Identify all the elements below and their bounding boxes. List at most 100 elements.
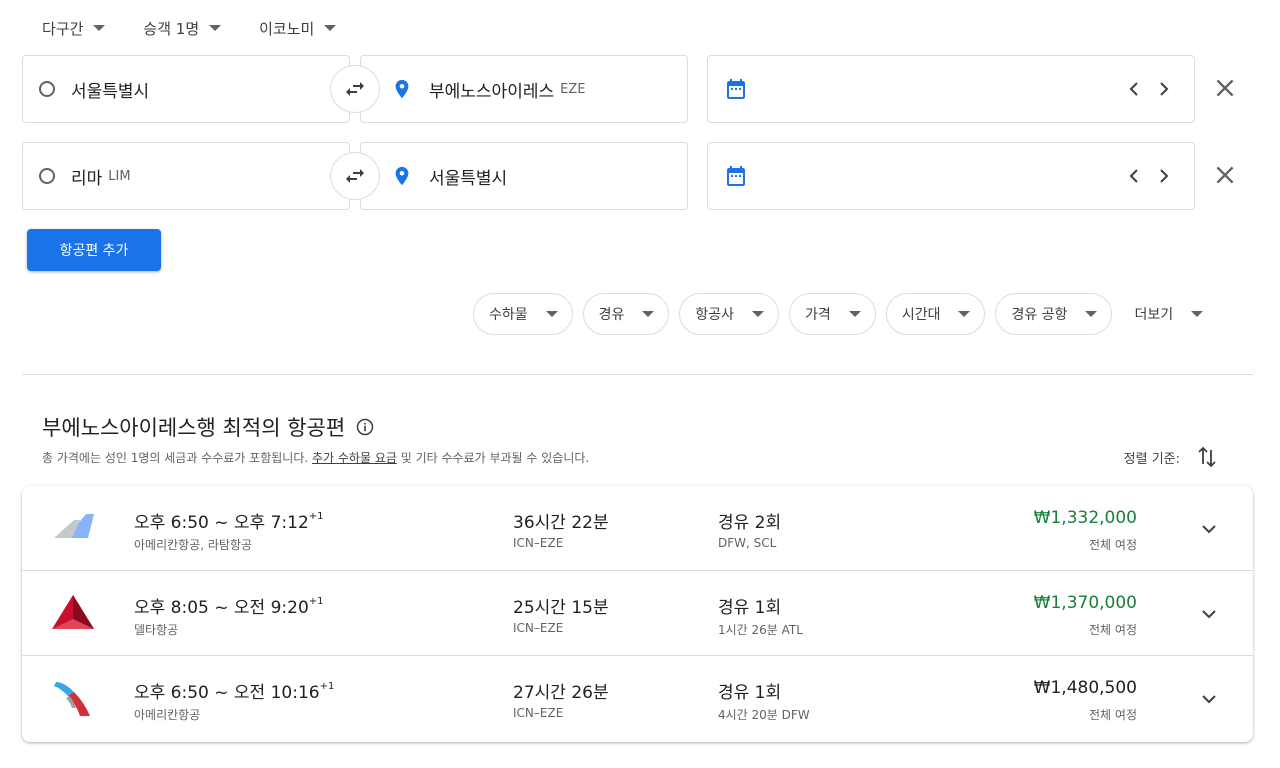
swap-button[interactable] [330, 65, 380, 113]
price-disclaimer: 총 가격에는 성인 1명의 세금과 수수료가 포함됩니다. 추가 수하물 요금 … [42, 449, 589, 466]
flight-times: 오후 6:50 ~ 오전 10:16+1 [134, 678, 334, 703]
time-separator: ~ [208, 683, 234, 703]
flight-times: 오후 6:50 ~ 오후 7:12+1 [134, 508, 324, 533]
calendar-icon [727, 79, 745, 99]
date-field[interactable] [707, 55, 1195, 123]
price-type: 전체 여정 [1089, 708, 1137, 722]
remove-leg-icon[interactable] [1212, 162, 1238, 188]
flight-row[interactable]: 오후 6:50 ~ 오전 10:16+1 아메리칸항공 27시간 26분 ICN… [22, 656, 1253, 741]
arrive-time: 오전 9:20 [233, 598, 309, 618]
flight-row[interactable]: 오후 8:05 ~ 오전 9:20+1 델타항공 25시간 15분 ICN–EZ… [22, 571, 1253, 656]
trip-type-select[interactable]: 다구간 [42, 18, 106, 39]
depart-time: 오후 8:05 [134, 598, 209, 618]
chevron-down-icon[interactable] [1198, 603, 1220, 625]
info-icon[interactable] [355, 417, 375, 437]
chevron-down-icon[interactable] [1198, 518, 1220, 540]
destination-field[interactable]: 부에노스아이레스 EZE [360, 55, 688, 123]
caret-down-icon [642, 311, 655, 317]
caret-down-icon [545, 311, 558, 317]
filter-chip-times[interactable]: 시간대 [885, 293, 986, 335]
filter-chip-airlines[interactable]: 항공사 [679, 293, 780, 335]
day-offset: +1 [308, 596, 324, 608]
depart-time: 오후 6:50 [134, 683, 209, 703]
flight-price: ₩1,332,000 [1033, 508, 1137, 528]
airline-name: 델타항공 [134, 623, 179, 637]
results-heading: 부에노스아이레스행 최적의 항공편 [42, 412, 375, 442]
calendar-icon [727, 166, 745, 186]
location-pin-icon [395, 79, 409, 99]
filter-chip-connecting-airports[interactable]: 경유 공항 [995, 293, 1113, 335]
stop-detail: 1시간 26분 ATL [718, 623, 803, 637]
caret-down-icon [324, 25, 337, 31]
stop-count: 경유 1회 [718, 683, 782, 703]
origin-city: 리마 [71, 168, 103, 189]
chevron-right-icon[interactable] [1156, 165, 1172, 187]
chevron-left-icon[interactable] [1126, 78, 1142, 100]
swap-button[interactable] [330, 152, 380, 200]
swap-arrows-icon [346, 82, 364, 96]
origin-city: 서울특별시 [71, 81, 150, 102]
time-separator: ~ [208, 513, 234, 533]
more-label: 더보기 [1134, 307, 1174, 323]
day-offset: +1 [319, 681, 335, 693]
origin-field[interactable]: 리마 LIM [22, 142, 350, 210]
passenger-label: 승객 1명 [143, 19, 200, 38]
caret-down-icon [209, 25, 222, 31]
origin-circle-icon [39, 168, 55, 184]
flight-row[interactable]: 오후 6:50 ~ 오후 7:12+1 아메리칸항공, 라탐항공 36시간 22… [22, 486, 1253, 571]
chip-label: 수하물 [489, 307, 528, 323]
swap-arrows-icon [346, 169, 364, 183]
chip-label: 항공사 [695, 307, 735, 323]
location-pin-icon [395, 166, 409, 186]
chevron-left-icon[interactable] [1126, 165, 1142, 187]
sort-control[interactable]: 정렬 기준: [1124, 444, 1218, 470]
caret-down-icon [848, 311, 861, 317]
date-field[interactable] [707, 142, 1195, 210]
sort-arrows-icon[interactable] [1196, 444, 1218, 470]
flight-duration: 27시간 26분 [513, 683, 609, 703]
stop-detail: 4시간 20분 DFW [718, 708, 810, 722]
trip-options: 다구간 승객 1명 이코노미 [42, 14, 374, 42]
price-type: 전체 여정 [1089, 538, 1137, 552]
more-filters-button[interactable]: 더보기 [1134, 304, 1204, 324]
remove-leg-icon[interactable] [1212, 75, 1238, 101]
flight-times: 오후 8:05 ~ 오전 9:20+1 [134, 593, 324, 618]
passenger-select[interactable]: 승객 1명 [143, 18, 222, 39]
caret-down-icon [1085, 311, 1098, 317]
chevron-down-icon[interactable] [1198, 688, 1220, 710]
time-separator: ~ [208, 598, 234, 618]
filter-chip-stops[interactable]: 경유 [582, 293, 670, 335]
filter-chip-bags[interactable]: 수하물 [473, 293, 573, 335]
flight-route: ICN–EZE [513, 706, 564, 720]
cabin-select[interactable]: 이코노미 [259, 18, 337, 39]
chip-label: 가격 [805, 307, 831, 323]
flight-route: ICN–EZE [513, 621, 564, 635]
flight-results-list: 오후 6:50 ~ 오후 7:12+1 아메리칸항공, 라탐항공 36시간 22… [22, 486, 1253, 742]
origin-field[interactable]: 서울특별시 [22, 55, 350, 123]
add-flight-button[interactable]: 항공편 추가 [27, 229, 161, 271]
origin-circle-icon [39, 81, 55, 97]
flight-route: ICN–EZE [513, 536, 564, 550]
flight-leg-2: 리마 LIM 서울특별시 [22, 142, 1242, 210]
disclaimer-text-end: 및 기타 수수료가 부과될 수 있습니다. [396, 451, 590, 465]
trip-type-label: 다구간 [42, 19, 84, 38]
airline-name: 아메리칸항공, 라탐항공 [134, 538, 253, 552]
flight-leg-1: 서울특별시 부에노스아이레스 EZE [22, 55, 1242, 123]
results-title: 부에노스아이레스행 최적의 항공편 [42, 416, 346, 440]
filter-chip-price[interactable]: 가격 [789, 293, 876, 335]
baggage-fee-link[interactable]: 추가 수하물 요금 [312, 451, 397, 465]
cabin-label: 이코노미 [259, 19, 315, 38]
destination-field[interactable]: 서울특별시 [360, 142, 688, 210]
destination-city: 서울특별시 [429, 168, 508, 189]
destination-code: EZE [560, 81, 586, 97]
filter-bar: 수하물 경유 항공사 가격 시간대 경유 공항 더보기 [473, 293, 1204, 335]
stop-count: 경유 2회 [718, 513, 782, 533]
chip-label: 경유 [598, 307, 625, 323]
american-airlines-logo [54, 682, 90, 716]
flight-duration: 36시간 22분 [513, 513, 609, 533]
chip-label: 시간대 [901, 307, 941, 323]
arrive-time: 오후 7:12 [233, 513, 309, 533]
caret-down-icon [1191, 311, 1204, 317]
caret-down-icon [93, 25, 106, 31]
chevron-right-icon[interactable] [1156, 78, 1172, 100]
